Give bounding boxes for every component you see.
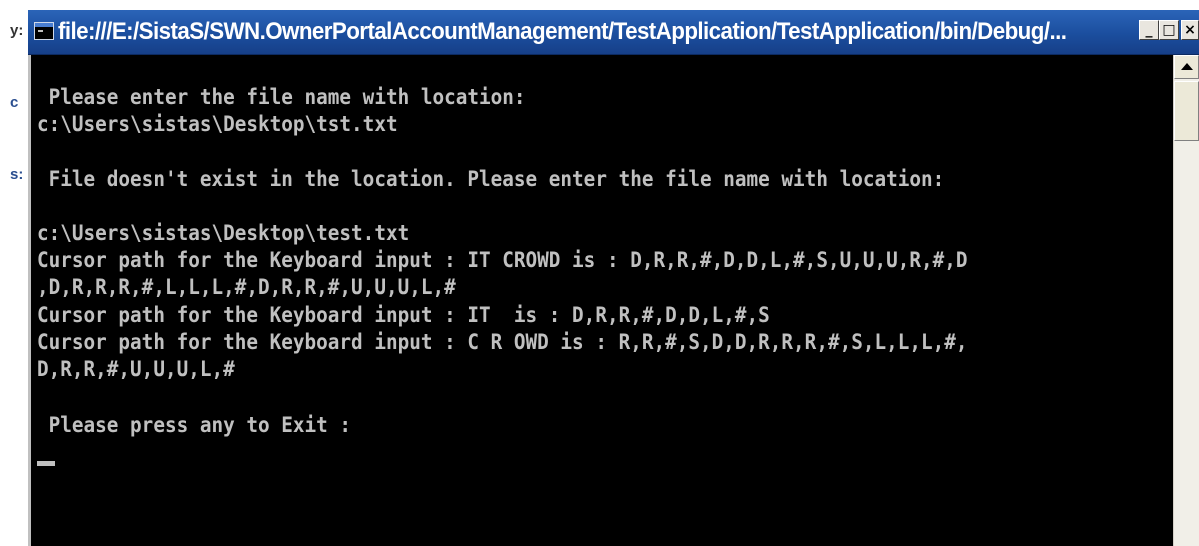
title-bar[interactable]: file:///E:/SistaS/SWN.OwnerPortalAccount… [28, 10, 1199, 55]
console-output[interactable]: Please enter the file name with location… [28, 55, 1173, 546]
close-button[interactable]: × [1181, 20, 1199, 40]
console-line: Cursor path for the Keyboard input : C R… [37, 330, 968, 354]
background-text: c [10, 94, 19, 111]
vertical-scrollbar[interactable] [1173, 55, 1199, 546]
close-icon: × [1184, 22, 1196, 38]
console-line: Cursor path for the Keyboard input : IT … [37, 303, 770, 327]
minimize-icon: _ [1145, 22, 1153, 38]
background-text: s: [10, 166, 24, 183]
window-title: file:///E:/SistaS/SWN.OwnerPortalAccount… [58, 18, 1067, 45]
scroll-up-button[interactable] [1174, 55, 1199, 79]
console-line: D,R,R,#,U,U,U,L,# [37, 357, 235, 381]
console-line: Cursor path for the Keyboard input : IT … [37, 248, 968, 272]
console-window: file:///E:/SistaS/SWN.OwnerPortalAccount… [28, 10, 1199, 546]
text-cursor [37, 461, 55, 466]
console-app-icon[interactable] [34, 22, 54, 40]
scroll-thumb[interactable] [1174, 81, 1199, 141]
arrow-up-icon [1181, 63, 1193, 70]
console-line: c:\Users\sistas\Desktop\tst.txt [37, 112, 398, 136]
maximize-icon: □ [1162, 22, 1176, 38]
background-text: y: [10, 22, 24, 39]
console-line: c:\Users\sistas\Desktop\test.txt [37, 221, 410, 245]
console-line: ,D,R,R,R,#,L,L,L,#,D,R,R,#,U,U,U,L,# [37, 275, 456, 299]
console-line: Please enter the file name with location… [37, 85, 526, 109]
console-line: File doesn't exist in the location. Plea… [37, 167, 945, 191]
maximize-button[interactable]: □ [1159, 20, 1179, 40]
minimize-button[interactable]: _ [1139, 20, 1159, 40]
console-line: Please press any to Exit : [37, 413, 352, 437]
background-window-strip: y: c s: [0, 0, 30, 546]
